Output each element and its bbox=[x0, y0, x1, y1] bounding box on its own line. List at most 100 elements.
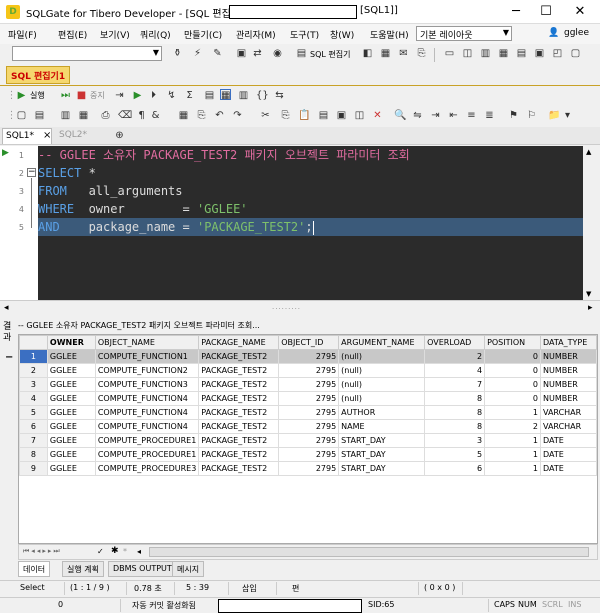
menu-edit[interactable]: 편집(E) bbox=[58, 28, 87, 41]
table-cell[interactable]: (null) bbox=[338, 363, 426, 378]
nav-post-icon[interactable]: ✓ bbox=[97, 547, 104, 556]
collapse-icon[interactable]: − bbox=[5, 352, 13, 363]
table-cell[interactable]: 1 bbox=[484, 433, 541, 448]
column-header-object-name[interactable]: OBJECT_NAME bbox=[94, 335, 200, 350]
execute-script-icon[interactable]: ⏭ bbox=[60, 90, 71, 101]
menu-admin[interactable]: 관리자(M) bbox=[236, 28, 276, 41]
layout-combo[interactable]: 기본 레이아웃 ▼ bbox=[416, 26, 512, 41]
table-cell[interactable]: AUTHOR bbox=[338, 405, 426, 420]
compare-icon[interactable]: ⇆ bbox=[274, 90, 285, 101]
chevron-down-icon[interactable]: ▾ bbox=[562, 110, 573, 121]
close-tab-icon[interactable]: × bbox=[43, 130, 51, 141]
scroll-left-icon[interactable]: ◂ bbox=[137, 547, 141, 556]
table-cell[interactable]: GGLEE bbox=[46, 419, 96, 434]
table-cell[interactable]: 8 bbox=[424, 419, 486, 434]
scroll-right-icon[interactable]: ▸ bbox=[588, 303, 593, 313]
row-number[interactable]: 9 bbox=[19, 461, 48, 476]
table-row[interactable]: 1 GGLEE COMPUTE_FUNCTION1 PACKAGE_TEST2 2795… bbox=[19, 349, 597, 364]
row-number[interactable]: 2 bbox=[19, 363, 48, 378]
table-row[interactable]: 2 GGLEE COMPUTE_FUNCTION2 PACKAGE_TEST2 2795… bbox=[19, 363, 597, 378]
row-number[interactable]: 1 bbox=[19, 349, 48, 364]
result-grid[interactable]: OWNER OBJECT_NAME PACKAGE_NAME OBJECT_ID… bbox=[18, 334, 598, 544]
close-button[interactable]: ✕ bbox=[566, 2, 594, 22]
table-cell[interactable]: PACKAGE_TEST2 bbox=[198, 461, 280, 476]
table-cell[interactable]: GGLEE bbox=[46, 447, 96, 462]
row-number[interactable]: 7 bbox=[19, 433, 48, 448]
folder-icon[interactable]: 📁 bbox=[548, 110, 560, 121]
column-header-owner[interactable]: OWNER bbox=[46, 335, 96, 350]
table-cell[interactable]: DATE bbox=[539, 433, 597, 448]
tab-execution-plan[interactable]: 실행 계획 bbox=[62, 561, 104, 577]
table-cell[interactable]: NAME bbox=[338, 419, 426, 434]
editor-vertical-scrollbar[interactable]: ▲ ▼ bbox=[583, 146, 598, 300]
table-cell[interactable]: GGLEE bbox=[46, 377, 96, 392]
table-cell[interactable]: COMPUTE_PROCEDURE3 bbox=[94, 461, 200, 476]
table-cell[interactable]: 8 bbox=[424, 405, 486, 420]
search-icon[interactable]: 🔍 bbox=[394, 110, 406, 121]
table-cell[interactable]: 8 bbox=[424, 391, 486, 406]
table-cell[interactable]: COMPUTE_FUNCTION2 bbox=[94, 363, 200, 378]
table-cell[interactable]: PACKAGE_TEST2 bbox=[198, 447, 280, 462]
table-cell[interactable]: 1 bbox=[484, 405, 541, 420]
scroll-left-icon[interactable]: ◂ bbox=[4, 303, 9, 313]
table-row[interactable]: 6 GGLEE COMPUTE_FUNCTION4 PACKAGE_TEST2 2795… bbox=[19, 419, 597, 434]
grid-horizontal-scrollbar[interactable] bbox=[149, 547, 589, 557]
grid-view-icon[interactable]: ▤ bbox=[204, 90, 215, 101]
window-split-icon[interactable]: ◫ bbox=[462, 48, 473, 59]
step-icon[interactable]: ⇥ bbox=[114, 90, 125, 101]
table-cell[interactable]: GGLEE bbox=[46, 363, 96, 378]
transaction-icon[interactable]: ◉ bbox=[272, 48, 283, 59]
disconnect-icon[interactable]: ✎ bbox=[212, 48, 223, 59]
duplicate-icon[interactable]: ◫ bbox=[354, 110, 365, 121]
window-tile-icon[interactable]: ▭ bbox=[444, 48, 455, 59]
grid-icon[interactable]: ▦ bbox=[498, 48, 509, 59]
table-cell[interactable]: 4 bbox=[424, 363, 486, 378]
table-row[interactable]: 8 GGLEE COMPUTE_PROCEDURE1 PACKAGE_TEST2 279… bbox=[19, 447, 597, 462]
table-row[interactable]: 4 GGLEE COMPUTE_FUNCTION4 PACKAGE_TEST2 2795… bbox=[19, 391, 597, 406]
delete-icon[interactable]: ✕ bbox=[372, 110, 383, 121]
maximize-button[interactable]: ☐ bbox=[532, 2, 560, 22]
panel-icon[interactable]: ▥ bbox=[480, 48, 491, 59]
cut-icon[interactable]: ✂ bbox=[260, 110, 271, 121]
format-icon[interactable]: ¶ bbox=[136, 110, 147, 121]
paste-special-icon[interactable]: ▤ bbox=[318, 110, 329, 121]
plug-icon[interactable]: ⚡ bbox=[192, 48, 203, 59]
table-cell[interactable]: PACKAGE_TEST2 bbox=[198, 433, 280, 448]
menu-tools[interactable]: 도구(T) bbox=[290, 28, 319, 41]
column-header-argument-name[interactable]: ARGUMENT_NAME bbox=[338, 335, 426, 350]
layout-icon[interactable]: ▤ bbox=[516, 48, 527, 59]
table-cell[interactable]: 2 bbox=[484, 419, 541, 434]
table-cell[interactable]: DATE bbox=[539, 447, 597, 462]
undo-icon[interactable]: ↶ bbox=[214, 110, 225, 121]
rollback-icon[interactable]: ⇄ bbox=[252, 48, 263, 59]
row-number[interactable]: 8 bbox=[19, 447, 48, 462]
column-header-position[interactable]: POSITION bbox=[484, 335, 541, 350]
nav-first-prev-icon[interactable]: ⏮◂◂▸▸⏭ bbox=[23, 547, 62, 556]
braces-icon[interactable]: {} bbox=[256, 90, 269, 101]
table-cell[interactable]: 2 bbox=[424, 349, 486, 364]
paste-icon[interactable]: 📋 bbox=[298, 110, 310, 121]
table-cell[interactable]: PACKAGE_TEST2 bbox=[198, 405, 280, 420]
stop-button[interactable]: 중지 bbox=[90, 90, 105, 101]
tab-sql2[interactable]: SQL2* bbox=[56, 128, 106, 144]
table-cell[interactable]: PACKAGE_TEST2 bbox=[198, 391, 280, 406]
column-header-object-id[interactable]: OBJECT_ID bbox=[278, 335, 340, 350]
new-file-icon[interactable]: ▢ bbox=[16, 110, 27, 121]
column-header-package-name[interactable]: PACKAGE_NAME bbox=[198, 335, 280, 350]
table-row[interactable]: 5 GGLEE COMPUTE_FUNCTION4 PACKAGE_TEST2 2795… bbox=[19, 405, 597, 420]
new-tab-icon[interactable]: ⊕ bbox=[114, 130, 125, 141]
table-cell[interactable]: GGLEE bbox=[46, 349, 96, 364]
table-cell[interactable]: COMPUTE_FUNCTION4 bbox=[94, 391, 200, 406]
table-cell[interactable]: NUMBER bbox=[539, 377, 597, 392]
erd-icon[interactable]: ▦ bbox=[380, 48, 391, 59]
menu-window[interactable]: 창(W) bbox=[330, 28, 354, 41]
row-number[interactable]: 5 bbox=[19, 405, 48, 420]
table-cell[interactable]: 2795 bbox=[278, 461, 340, 476]
table-cell[interactable]: 5 bbox=[424, 447, 486, 462]
table-cell[interactable]: 2795 bbox=[278, 377, 340, 392]
calendar-icon[interactable]: ▦ bbox=[178, 110, 189, 121]
table-cell[interactable]: (null) bbox=[338, 377, 426, 392]
table-cell[interactable]: 7 bbox=[424, 377, 486, 392]
commit-icon[interactable]: ▣ bbox=[236, 48, 247, 59]
explain-icon[interactable]: ↯ bbox=[166, 90, 177, 101]
